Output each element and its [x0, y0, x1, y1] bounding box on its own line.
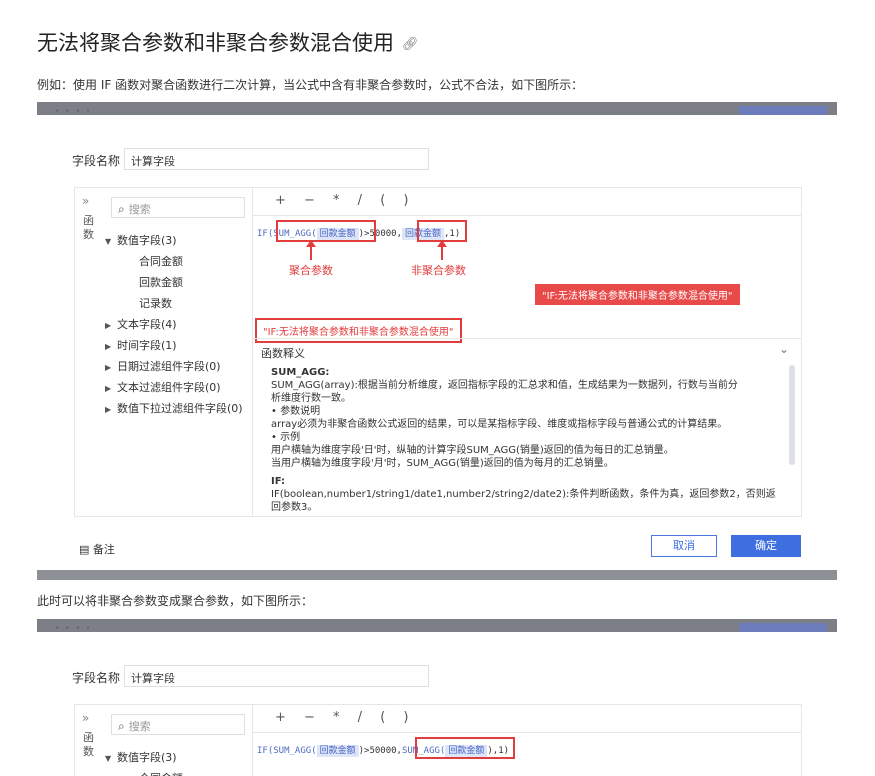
search-placeholder: 搜索 — [128, 203, 151, 216]
note-label: 备注 — [92, 543, 115, 556]
formula-prefix: IF(SUM_AGG( — [257, 746, 317, 756]
fn-line: • 参数说明 — [271, 406, 321, 417]
tree-item[interactable]: 合同金额 — [105, 768, 255, 776]
caret-right-icon: ▶ — [105, 321, 112, 330]
field-sidebar: » 函数 ⌕搜索 ▼ 数值字段(3) 合同金额 — [74, 704, 252, 776]
annotation-agg: 聚合参数 — [289, 264, 333, 277]
tree-group-num-dropdown-filter[interactable]: ▶ 数值下拉过滤组件字段(0) — [105, 398, 255, 419]
tree-group-numeric[interactable]: ▼ 数值字段(3) — [105, 230, 255, 251]
function-description-title: 函数释义 — [261, 347, 305, 360]
tree-group-label: 数值字段(3) — [117, 751, 177, 764]
formula-editor: + − * / ( ) IF(SUM_AGG(回款金额)>50000, 回款金额,… — [252, 187, 802, 517]
tree-group-time[interactable]: ▶ 时间字段(1) — [105, 335, 255, 356]
arrow-up-icon — [437, 240, 447, 260]
fn-title-sumagg: SUM_AGG: — [271, 367, 330, 378]
collapse-icon[interactable]: » — [82, 194, 89, 208]
field-name-input[interactable]: 计算字段 — [124, 665, 429, 687]
calc-field-dialog: 字段名称 计算字段 » 函数 ⌕搜索 ▼ 数值字段(3) 合同金额 + − * /… — [37, 632, 837, 776]
tree-item[interactable]: 记录数 — [105, 293, 255, 314]
link-icon[interactable]: 🔗︎ — [402, 37, 419, 52]
section-heading-text: 无法将聚合参数和非聚合参数混合使用 — [37, 31, 394, 55]
fn-title-if: IF: — [271, 476, 286, 487]
highlight-agg-box — [276, 220, 376, 242]
error-tooltip: "IF:无法将聚合参数和非聚合参数混合使用" — [535, 284, 740, 305]
note-icon: ▤ — [79, 543, 93, 556]
collapse-icon[interactable]: » — [82, 711, 89, 725]
formula-field-chip[interactable]: 回款金额 — [316, 745, 359, 757]
caret-down-icon: ▼ — [105, 754, 112, 763]
tree-item[interactable]: 合同金额 — [105, 251, 255, 272]
caret-right-icon: ▶ — [105, 384, 112, 393]
function-tab-label[interactable]: 函数 — [83, 214, 97, 242]
search-icon: ⌕ — [118, 719, 125, 733]
tree-group-label: 日期过滤组件字段(0) — [117, 360, 221, 373]
confirm-button[interactable]: 确定 — [731, 535, 801, 557]
highlight-fixed-box — [415, 737, 515, 759]
caret-right-icon: ▶ — [105, 363, 112, 372]
fn-line: 回参数3。 — [271, 502, 318, 513]
section-heading: 无法将聚合参数和非聚合参数混合使用 🔗︎ — [37, 27, 419, 57]
tree-group-numeric[interactable]: ▼ 数值字段(3) — [105, 747, 255, 768]
paragraph-example: 例如：使用 IF 函数对聚合函数进行二次计算，当公式中含有非聚合参数时，公式不合… — [37, 78, 584, 92]
highlight-nonagg-box — [417, 220, 467, 242]
calc-field-dialog: 字段名称 计算字段 » 函数 ⌕ 搜索 ▼ 数值字段(3) 合同金额 回款金额 记录… — [37, 115, 837, 570]
caret-down-icon: ▼ — [105, 237, 112, 246]
fn-line: IF(boolean,number1/string1/date1,number2… — [271, 489, 776, 500]
search-placeholder: 搜索 — [128, 720, 151, 733]
background-toolbar-dots: • • • • — [55, 107, 93, 115]
field-sidebar: » 函数 ⌕ 搜索 ▼ 数值字段(3) 合同金额 回款金额 记录数 ▶ 文本字段(4)… — [74, 187, 252, 517]
field-name-label: 字段名称 — [72, 671, 121, 685]
tree-group-text[interactable]: ▶ 文本字段(4) — [105, 314, 255, 335]
arrow-up-icon — [306, 240, 316, 260]
formula-editor: + − * / ( ) IF(SUM_AGG(回款金额)>50000,SUM_A… — [252, 704, 802, 776]
search-input[interactable]: ⌕ 搜索 — [111, 714, 245, 735]
caret-right-icon: ▶ — [105, 342, 112, 351]
function-description-body: SUM_AGG: SUM_AGG(array):根据当前分析维度，返回指标字段的… — [271, 365, 776, 514]
paragraph-fix: 此时可以将非聚合参数变成聚合参数，如下图所示： — [37, 594, 314, 608]
tree-group-label: 数值字段(3) — [117, 234, 177, 247]
field-tree: ▼ 数值字段(3) 合同金额 回款金额 记录数 ▶ 文本字段(4) ▶ 时间字段(1)… — [105, 230, 255, 419]
fn-line: SUM_AGG(array):根据当前分析维度，返回指标字段的汇总求和值，生成结… — [271, 380, 738, 391]
tree-group-label: 文本过滤组件字段(0) — [117, 381, 221, 394]
tree-group-label: 数值下拉过滤组件字段(0) — [117, 402, 243, 415]
operator-bar[interactable]: + − * / ( ) — [253, 705, 801, 733]
field-name-input[interactable]: 计算字段 — [124, 148, 429, 170]
tree-item[interactable]: 回款金额 — [105, 272, 255, 293]
tree-group-label: 时间字段(1) — [117, 339, 177, 352]
tree-group-label: 文本字段(4) — [117, 318, 177, 331]
cancel-button[interactable]: 取消 — [651, 535, 717, 557]
fn-line: 当用户横轴为维度字段'月'时，SUM_AGG(销量)返回的值为每月的汇总销量。 — [271, 458, 614, 469]
field-name-label: 字段名称 — [72, 154, 121, 168]
formula-mid: )>50000, — [358, 746, 402, 756]
caret-right-icon: ▶ — [105, 405, 112, 414]
search-input[interactable]: ⌕ 搜索 — [111, 197, 245, 218]
chevron-down-icon[interactable]: ⌄ — [779, 342, 789, 356]
function-description-panel: 函数释义 ⌄ SUM_AGG: SUM_AGG(array):根据当前分析维度，… — [253, 338, 801, 516]
search-icon: ⌕ — [118, 202, 125, 216]
function-tab-label[interactable]: 函数 — [83, 731, 97, 759]
scrollbar[interactable] — [789, 365, 795, 465]
background-toolbar-button — [739, 106, 827, 115]
screenshot-invalid-formula: • • • • 字段名称 计算字段 » 函数 ⌕ 搜索 ▼ 数值字段(3) 合同金额… — [37, 102, 837, 580]
background-toolbar: • • • • — [37, 619, 837, 632]
fn-line: array必须为非聚合函数公式返回的结果，可以是某指标字段、维度或指标字段与普通… — [271, 419, 728, 430]
operator-bar[interactable]: + − * / ( ) — [253, 188, 801, 216]
annotation-nonagg: 非聚合参数 — [411, 264, 466, 277]
field-tree: ▼ 数值字段(3) 合同金额 — [105, 747, 255, 776]
background-toolbar-button — [739, 623, 827, 632]
background-toolbar: • • • • — [37, 102, 837, 115]
tree-group-text-filter[interactable]: ▶ 文本过滤组件字段(0) — [105, 377, 255, 398]
fn-line: 析维度行数一致。 — [271, 393, 351, 404]
fn-line: • 示例 — [271, 432, 301, 443]
tree-group-date-filter[interactable]: ▶ 日期过滤组件字段(0) — [105, 356, 255, 377]
note-button[interactable]: ▤ 备注 — [79, 541, 115, 557]
background-toolbar-dots: • • • • — [55, 624, 93, 632]
formula-prefix: IF( — [257, 229, 274, 239]
screenshot-valid-formula: • • • • 字段名称 计算字段 » 函数 ⌕搜索 ▼ 数值字段(3) 合同金额… — [37, 619, 837, 776]
fn-line: 用户横轴为维度字段'日'时，纵轴的计算字段SUM_AGG(销量)返回的值为每日的… — [271, 445, 674, 456]
